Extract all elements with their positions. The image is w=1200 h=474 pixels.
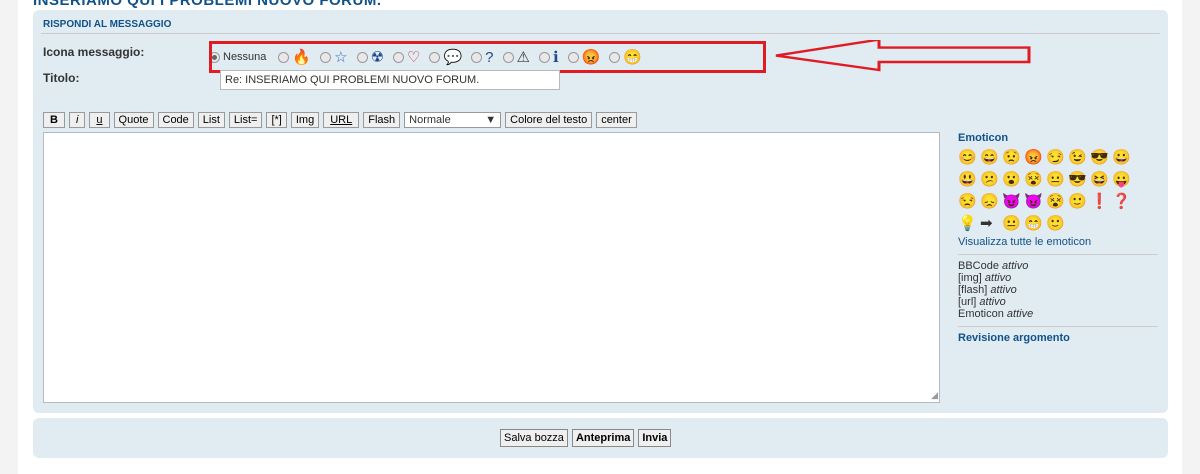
resize-handle-icon[interactable]: ◢: [931, 390, 938, 401]
bbcode-button-2[interactable]: u: [89, 112, 110, 128]
icon-label: Icona messaggio:: [43, 45, 145, 59]
bbcode-button-4[interactable]: Code: [157, 112, 194, 128]
emoticon-icon[interactable]: 😞: [980, 192, 1002, 212]
font-size-value: Normale: [409, 114, 451, 126]
bbcode-status-line: Emoticon attive: [958, 308, 1158, 320]
bbcode-feature: [img]: [958, 272, 982, 284]
emoticon-icon[interactable]: 😵: [1046, 192, 1068, 212]
bbcode-button-3[interactable]: Quote: [113, 112, 154, 128]
emoticon-icon[interactable]: 😆: [1090, 170, 1112, 190]
bbcode-status-line: BBCode attivo: [958, 260, 1158, 272]
bbcode-status-line: [flash] attivo: [958, 284, 1158, 296]
emoticon-title: Emoticon: [958, 132, 1009, 144]
emoticon-icon[interactable]: 😒: [958, 192, 980, 212]
emoticon-icon[interactable]: 💡: [958, 214, 980, 234]
red-arrow-annotation: [775, 40, 1031, 72]
center-button[interactable]: center: [596, 112, 637, 128]
emoticon-icon[interactable]: 🙂: [1046, 214, 1068, 234]
bbcode-button-1[interactable]: i: [68, 112, 86, 128]
action-buttons: Salva bozza Anteprima Invia: [500, 429, 675, 447]
emoticon-icon[interactable]: 😈: [1024, 192, 1046, 212]
bbcode-feature: [url]: [958, 296, 977, 308]
emoticon-icon[interactable]: 😟: [1002, 148, 1024, 168]
emoticon-icon[interactable]: 😮: [1002, 170, 1024, 190]
panel-title: RISPONDI AL MESSAGGIO: [43, 19, 172, 30]
bbcode-button-5[interactable]: List: [197, 112, 225, 128]
title-label: Titolo:: [43, 71, 80, 85]
bbcode-status-line: [img] attivo: [958, 272, 1158, 284]
emoticon-icon[interactable]: ➡: [980, 214, 1002, 234]
bbcode-status-list: BBCode attivo [img] attivo [flash] attivo[…: [958, 260, 1158, 320]
emoticon-icon[interactable]: ❓: [1112, 192, 1134, 212]
sidebar: Emoticon 😊 😄 😟 😡 😏 😉 😎 😀 😃 😕 😮 😵 😐 😎 😆 😛 😒 😞 😈 😈 😵 🙂 ❗ ❓ 💡 ➡ 😐 😁 🙂 V…: [958, 132, 1158, 344]
emoticon-icon[interactable]: 😐: [1046, 170, 1068, 190]
emoticon-icon[interactable]: 😵: [1024, 170, 1046, 190]
divider: [958, 326, 1158, 327]
divider: [958, 254, 1158, 255]
bbcode-button-9[interactable]: URL: [323, 112, 360, 128]
topic-heading: INSERIAMO QUI I PROBLEMI NUOVO FORUM.: [33, 0, 382, 9]
submit-button[interactable]: Invia: [638, 429, 672, 447]
bbcode-button-6[interactable]: List=: [228, 112, 263, 128]
bbcode-button-0[interactable]: B: [43, 112, 65, 128]
view-all-emoticons-link[interactable]: Visualizza tutte le emoticon: [958, 236, 1158, 248]
bbcode-toolbar: Bi u Quote Code List List= [*] Img URL Flash Norm…: [43, 112, 641, 128]
chevron-down-icon: ▼: [485, 114, 497, 126]
bbcode-buttons: Bi u Quote Code List List= [*] Img URL Flash: [43, 112, 404, 128]
bbcode-feature: [flash]: [958, 284, 988, 296]
divider: [41, 33, 1160, 34]
emoticon-icon[interactable]: 😎: [1090, 148, 1112, 168]
bbcode-status: attivo: [990, 284, 1017, 296]
bbcode-feature: Emoticon: [958, 308, 1004, 320]
emoticon-icon[interactable]: 😕: [980, 170, 1002, 190]
text-color-button[interactable]: Colore del testo: [505, 112, 593, 128]
emoticon-icon[interactable]: 😈: [1002, 192, 1024, 212]
emoticon-icon[interactable]: 😊: [958, 148, 980, 168]
topic-review-link[interactable]: Revisione argomento: [958, 332, 1158, 344]
bbcode-status: attive: [1006, 308, 1034, 320]
emoticon-icon[interactable]: 😁: [1024, 214, 1046, 234]
emoticon-icon[interactable]: 😉: [1068, 148, 1090, 168]
bbcode-status: attivo: [1002, 260, 1029, 272]
emoticon-icon[interactable]: 😄: [980, 148, 1002, 168]
reply-panel: RISPONDI AL MESSAGGIO Icona messaggio: N…: [33, 10, 1168, 413]
message-textarea[interactable]: ◢: [43, 132, 940, 403]
bbcode-status: attivo: [979, 296, 1006, 308]
bbcode-button-7[interactable]: [*]: [266, 112, 287, 128]
subject-input[interactable]: Re: INSERIAMO QUI PROBLEMI NUOVO FORUM.: [220, 70, 560, 90]
emoticon-icon[interactable]: ❗: [1090, 192, 1112, 212]
font-size-select[interactable]: Normale ▼: [404, 112, 502, 128]
bbcode-button-8[interactable]: Img: [290, 112, 320, 128]
emoticon-icon[interactable]: 😛: [1112, 170, 1134, 190]
actions-panel: Salva bozza Anteprima Invia: [33, 418, 1168, 458]
save-draft-button[interactable]: Salva bozza: [500, 429, 568, 447]
bbcode-status: attivo: [984, 272, 1012, 284]
page: INSERIAMO QUI I PROBLEMI NUOVO FORUM. RI…: [18, 0, 1182, 474]
emoticon-icon[interactable]: 🙂: [1068, 192, 1090, 212]
bbcode-status-line: [url] attivo: [958, 296, 1158, 308]
highlight-box: [209, 41, 766, 73]
emoticon-icon[interactable]: 😎: [1068, 170, 1090, 190]
emoticon-icon[interactable]: 😀: [1112, 148, 1134, 168]
emoticon-icon[interactable]: 😡: [1024, 148, 1046, 168]
preview-button[interactable]: Anteprima: [571, 429, 635, 447]
emoticon-icon[interactable]: 😃: [958, 170, 980, 190]
emoticon-icon[interactable]: 😏: [1046, 148, 1068, 168]
emoticon-icon[interactable]: 😐: [1002, 214, 1024, 234]
bbcode-button-10[interactable]: Flash: [363, 112, 401, 128]
bbcode-feature: BBCode: [958, 260, 999, 272]
emoticon-grid: 😊 😄 😟 😡 😏 😉 😎 😀 😃 😕 😮 😵 😐 😎 😆 😛 😒 😞 😈 😈 😵 🙂 ❗ ❓ 💡 ➡ 😐 😁 🙂: [958, 148, 1158, 234]
